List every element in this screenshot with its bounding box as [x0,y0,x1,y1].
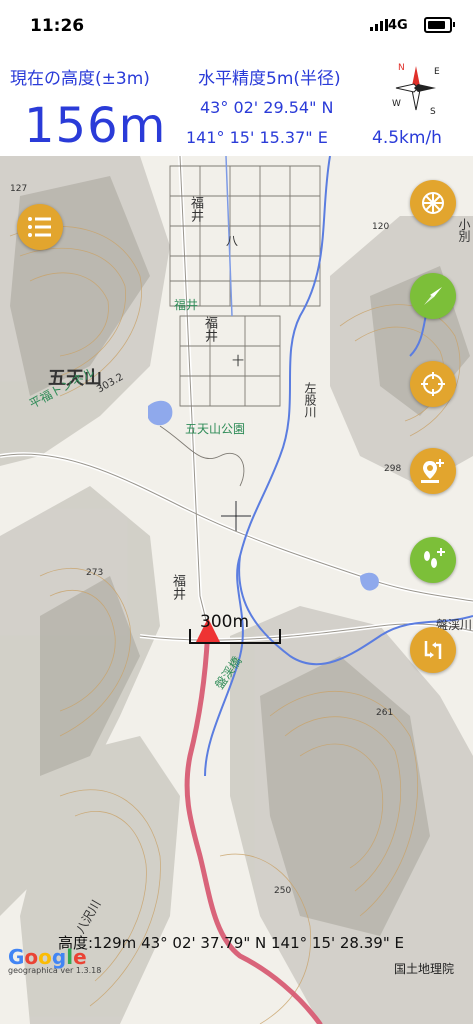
compass-needle-icon [424,287,442,305]
spiral-icon [422,192,445,214]
topographic-map[interactable]: 五天山 303.2 平福トンネル 五天山公園 福井 八 福井 福井 十 福井 左… [0,156,473,1024]
fukui-10-district-label: 福井 [202,316,217,342]
kobetsu-label: 小別 [457,218,471,242]
network-type: 4G [388,18,408,33]
fukui-district-label: 福井 [188,196,203,222]
fukui-8-label: 八 [226,234,239,248]
compass-south-label: S [430,107,436,116]
map-canvas[interactable] [0,156,473,1024]
elevation-120-label: 120 [372,222,390,232]
longitude-value: 141° 15' 15.37" E [186,128,328,147]
crosshair-icon [421,372,445,396]
elevation-250-label: 250 [274,886,292,896]
river-name-label: 左股川 [303,382,317,418]
cursor-readout: 高度:129m 43° 02' 37.79" N 141° 15' 28.39"… [58,934,404,952]
elevation-261-label: 261 [376,708,394,718]
add-footprint-button[interactable] [410,537,456,583]
map-layer-button[interactable] [410,180,456,226]
add-pin-button[interactable] [410,448,456,494]
elevation-298-label: 298 [384,464,402,474]
compass-north-label: N [398,63,405,73]
compass-east-label: E [434,67,440,77]
app-version: geographica ver 1.3.18 [8,966,102,975]
battery-level [428,21,445,29]
gps-hud: 現在の高度(±3m) 156m 水平精度5m(半径) 43° 02' 29.54… [0,52,473,156]
altitude-value: 156m [24,98,167,154]
scale-label: 300m [200,612,250,632]
menu-icon [28,217,51,237]
navigate-button[interactable] [410,273,456,319]
signal-icon [370,19,388,31]
fukui-10-label: 十 [232,354,245,368]
park-label: 五天山公園 [185,422,246,436]
elevation-127-label: 127 [10,184,28,194]
accuracy-label: 水平精度5m(半径) [198,69,341,89]
battery-icon [424,17,455,33]
latitude-value: 43° 02' 29.54" N [200,98,334,117]
altitude-label: 現在の高度(±3m) [10,69,150,89]
compass-rose-icon[interactable]: N S E W [390,60,442,116]
locate-button[interactable] [410,361,456,407]
speed-value: 4.5km/h [372,128,442,148]
route-icon [424,641,442,659]
map-attribution: 国土地理院 [394,962,455,976]
status-time: 11:26 [30,16,85,36]
status-bar: 11:26 4G [0,0,473,52]
route-button[interactable] [410,627,456,673]
add-pin-icon [421,459,444,483]
fukui-lower-label: 福井 [170,574,185,600]
elevation-273-label: 273 [86,568,104,578]
fukui-area-label: 福井 [174,298,199,312]
add-footprint-icon [424,548,445,568]
menu-button[interactable] [17,204,63,250]
compass-west-label: W [392,99,401,109]
